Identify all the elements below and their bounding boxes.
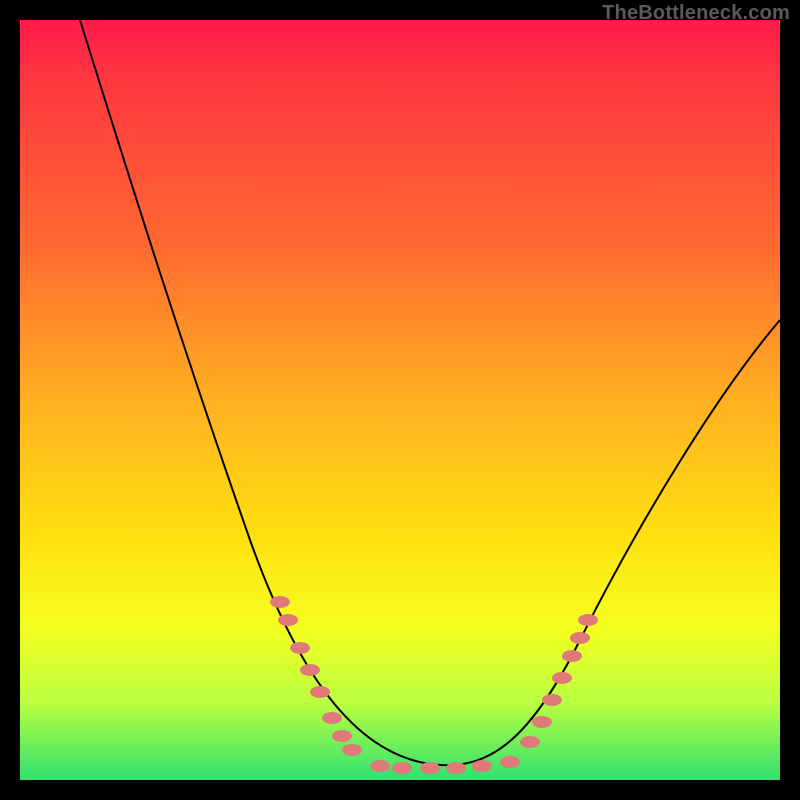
- bottleneck-curve: [80, 20, 780, 765]
- curve-marker: [542, 694, 562, 706]
- curve-marker: [532, 716, 552, 728]
- curve-marker: [570, 632, 590, 644]
- curve-marker: [278, 614, 298, 626]
- curve-marker: [332, 730, 352, 742]
- curve-marker: [370, 760, 390, 772]
- curve-marker: [270, 596, 290, 608]
- curve-marker: [392, 762, 412, 774]
- curve-marker: [578, 614, 598, 626]
- plot-area: [20, 20, 780, 780]
- curve-marker: [290, 642, 310, 654]
- chart-frame: TheBottleneck.com: [0, 0, 800, 800]
- curve-marker: [310, 686, 330, 698]
- curve-marker: [520, 736, 540, 748]
- curve-marker: [552, 672, 572, 684]
- curve-marker: [300, 664, 320, 676]
- chart-svg: [20, 20, 780, 780]
- curve-marker: [446, 762, 466, 774]
- curve-marker: [500, 756, 520, 768]
- curve-marker: [420, 762, 440, 774]
- curve-marker: [342, 744, 362, 756]
- curve-marker: [472, 760, 492, 772]
- curve-marker: [322, 712, 342, 724]
- watermark-text: TheBottleneck.com: [602, 2, 790, 25]
- curve-marker: [562, 650, 582, 662]
